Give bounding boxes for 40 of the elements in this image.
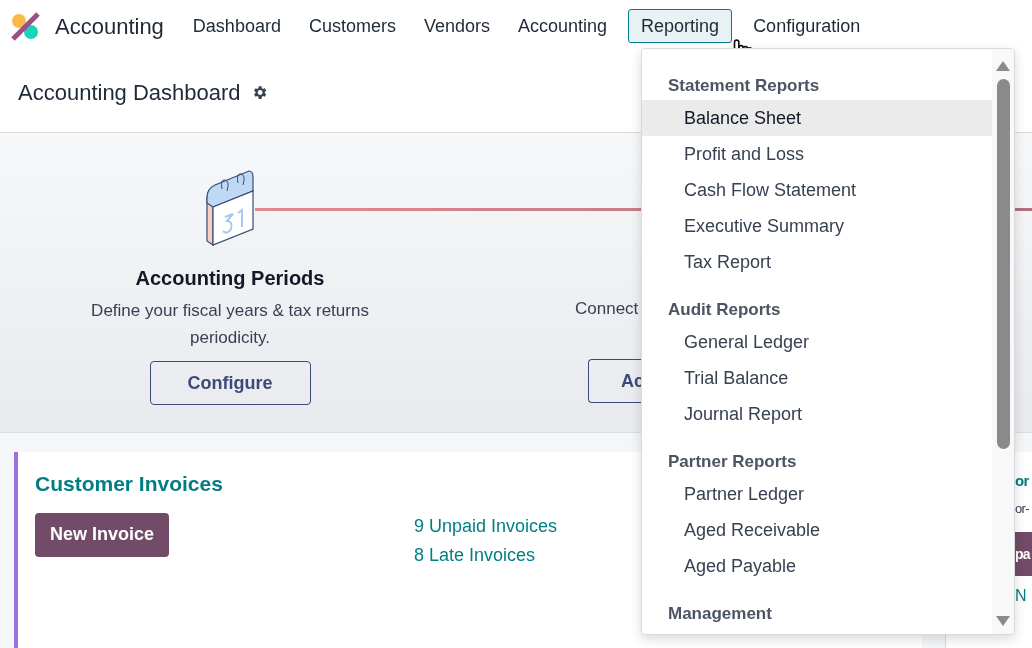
step-description: Connect <box>575 298 639 320</box>
nav-menu-item[interactable]: Vendors <box>416 9 497 43</box>
nav-menu-item[interactable]: Reporting <box>628 9 733 43</box>
nav-menu-item[interactable]: Configuration <box>746 9 868 43</box>
nav-menu-item[interactable]: Accounting <box>511 9 615 43</box>
configure-button[interactable]: Configure <box>149 361 311 405</box>
menu-item[interactable]: Profit and Loss <box>642 136 992 172</box>
step-description: Define your fiscal years & tax returns periodicity. <box>90 300 370 349</box>
scrollbar-thumb[interactable] <box>996 79 1010 449</box>
app-name[interactable]: Accounting <box>55 9 164 43</box>
nav-menu-item[interactable]: Dashboard <box>185 9 288 43</box>
card-link[interactable]: N <box>1015 584 1027 608</box>
scroll-down-icon[interactable] <box>996 616 1010 626</box>
menu-section-header: Audit Reports <box>667 299 782 322</box>
new-invoice-button[interactable]: New Invoice <box>35 512 169 557</box>
scrollbar[interactable] <box>992 49 1014 634</box>
invoice-link[interactable]: 9 Unpaid Invoices <box>414 511 558 541</box>
menu-item[interactable]: Trial Balance <box>642 360 992 396</box>
menu-section-header: Management <box>667 603 773 626</box>
menu-item[interactable]: Balance Sheet <box>642 100 992 136</box>
menu-item[interactable]: Journal Report <box>642 396 992 432</box>
menu-item[interactable]: General Ledger <box>642 324 992 360</box>
scroll-up-icon[interactable] <box>996 61 1010 71</box>
menu-item[interactable]: Tax Report <box>642 244 992 280</box>
menu-item[interactable]: Partner Ledger <box>642 476 992 512</box>
app-logo-icon[interactable] <box>10 10 41 42</box>
menu-item[interactable]: Cash Flow Statement <box>642 172 992 208</box>
nav-menu-item[interactable]: Customers <box>301 9 403 43</box>
card-title[interactable]: or <box>1015 470 1029 493</box>
invoice-link[interactable]: 8 Late Invoices <box>414 540 558 570</box>
page-title: Accounting Dashboard <box>18 78 241 107</box>
calendar-icon <box>205 169 255 249</box>
card-subtitle: or- <box>1015 499 1029 518</box>
menu-item[interactable]: Aged Payable <box>642 548 992 584</box>
card-button[interactable]: pa <box>1015 532 1032 576</box>
step-title: Accounting Periods <box>135 266 325 291</box>
menu-item[interactable]: Executive Summary <box>642 208 992 244</box>
menu-section-header: Partner Reports <box>667 451 798 474</box>
menu-item[interactable]: Aged Receivable <box>642 512 992 548</box>
menu-section-header: Statement Reports <box>667 75 821 98</box>
